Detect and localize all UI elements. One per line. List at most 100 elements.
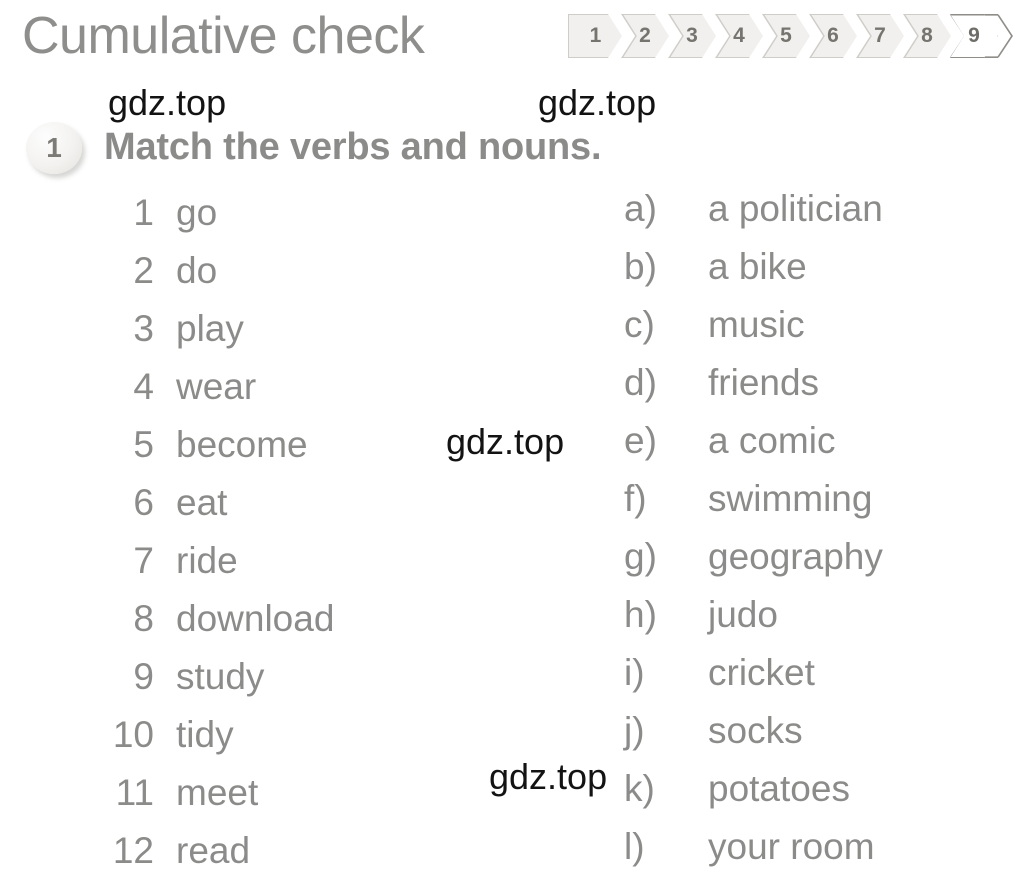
match-row[interactable]: 9 study: [92, 656, 334, 714]
noun-row-marker: j): [624, 710, 645, 751]
match-row[interactable]: 3 play: [92, 308, 334, 366]
verb-row-text: eat: [176, 482, 228, 523]
unit-chip-label: 9: [968, 24, 980, 47]
exercise-number-badge: 1: [26, 122, 82, 174]
unit-chip-6[interactable]: 6: [809, 14, 857, 58]
match-row[interactable]: b) a bike: [624, 246, 883, 304]
match-row[interactable]: 5 become: [92, 424, 334, 482]
unit-chip-5[interactable]: 5: [762, 14, 810, 58]
page-title: Cumulative check: [22, 7, 425, 65]
noun-row-text: swimming: [708, 478, 873, 519]
match-row[interactable]: f) swimming: [624, 478, 883, 536]
noun-row-text: potatoes: [708, 768, 850, 809]
watermark: gdz.top: [108, 82, 227, 123]
match-row[interactable]: 6 eat: [92, 482, 334, 540]
verb-row-marker: 5: [133, 424, 154, 465]
match-row[interactable]: l) your room: [624, 826, 883, 884]
verb-row-marker: 7: [133, 540, 154, 581]
exercise-instruction: Match the verbs and nouns.: [104, 126, 602, 168]
unit-chip-label: 8: [921, 24, 933, 47]
verb-row-marker: 8: [133, 598, 154, 639]
verb-row-text: do: [176, 250, 218, 291]
verb-row-text: wear: [176, 366, 257, 407]
unit-progress-strip: 1 2 3 4 5 6 7 8 9: [568, 14, 997, 58]
verb-row-marker: 11: [115, 772, 154, 813]
verb-row-marker: 9: [133, 656, 154, 697]
verb-row-marker: 2: [133, 250, 154, 291]
noun-row-text: geography: [708, 536, 883, 577]
unit-chip-label: 1: [589, 24, 602, 47]
match-row[interactable]: i) cricket: [624, 652, 883, 710]
match-row[interactable]: e) a comic: [624, 420, 883, 478]
noun-row-text: a comic: [708, 420, 836, 461]
noun-row-marker: h): [624, 594, 657, 635]
match-row[interactable]: j) socks: [624, 710, 883, 768]
match-row[interactable]: 2 do: [92, 250, 334, 308]
verb-row-text: play: [176, 308, 244, 349]
nouns-column: a) a politician b) a bike c) music d) friends e)…: [624, 188, 883, 884]
verb-row-marker: 3: [133, 308, 154, 349]
match-row[interactable]: 1 go: [92, 192, 334, 250]
match-row[interactable]: d) friends: [624, 362, 883, 420]
verbs-column: 1 go 2 do 3 play 4 wear 5 become 6 eat 7 ride 8 downloa…: [92, 192, 335, 888]
verb-row-text: meet: [176, 772, 259, 813]
page-header: Cumulative check 1 2 3 4 5 6 7 8 9: [0, 0, 1028, 78]
match-row[interactable]: 11 meet: [92, 772, 334, 830]
noun-row-marker: a): [624, 188, 657, 229]
unit-chip-label: 6: [827, 24, 839, 47]
noun-row-marker: d): [624, 362, 657, 403]
verb-row-text: go: [176, 192, 218, 233]
verb-row-text: tidy: [176, 714, 234, 755]
verb-row-text: download: [176, 598, 335, 639]
noun-row-marker: b): [624, 246, 657, 287]
match-row[interactable]: 10 tidy: [92, 714, 334, 772]
watermark: gdz.top: [538, 82, 657, 123]
noun-row-text: cricket: [708, 652, 815, 693]
unit-chip-label: 7: [874, 24, 886, 47]
unit-chip-1[interactable]: 1: [568, 14, 622, 58]
unit-chip-label: 4: [733, 24, 745, 47]
unit-chip-7[interactable]: 7: [856, 14, 904, 58]
noun-row-text: your room: [708, 826, 875, 867]
verb-row-text: study: [176, 656, 265, 697]
unit-chip-9[interactable]: 9: [950, 14, 998, 58]
watermark: gdz.top: [489, 756, 608, 797]
noun-row-text: music: [708, 304, 805, 345]
match-row[interactable]: g) geography: [624, 536, 883, 594]
noun-row-marker: e): [624, 420, 657, 461]
verb-row-text: read: [176, 830, 251, 871]
noun-row-text: socks: [708, 710, 803, 751]
match-row[interactable]: a) a politician: [624, 188, 883, 246]
match-row[interactable]: 4 wear: [92, 366, 334, 424]
verb-row-marker: 6: [133, 482, 154, 523]
unit-chip-label: 5: [780, 24, 792, 47]
noun-row-marker: l): [624, 826, 645, 867]
match-row[interactable]: h) judo: [624, 594, 883, 652]
unit-chip-3[interactable]: 3: [668, 14, 716, 58]
match-row[interactable]: 8 download: [92, 598, 334, 656]
noun-row-text: a politician: [708, 188, 883, 229]
noun-row-marker: f): [624, 478, 647, 519]
noun-row-text: friends: [708, 362, 820, 403]
noun-row-text: judo: [708, 594, 778, 635]
unit-chip-2[interactable]: 2: [621, 14, 669, 58]
verb-row-marker: 12: [112, 830, 154, 871]
match-row[interactable]: 12 read: [92, 830, 334, 888]
unit-chip-4[interactable]: 4: [715, 14, 763, 58]
unit-chip-8[interactable]: 8: [903, 14, 951, 58]
noun-row-marker: g): [624, 536, 657, 577]
match-row[interactable]: 7 ride: [92, 540, 334, 598]
verb-row-marker: 4: [133, 366, 154, 407]
verb-row-text: become: [176, 424, 308, 465]
verb-row-marker: 10: [112, 714, 154, 755]
noun-row-text: a bike: [708, 246, 807, 287]
unit-chip-label: 2: [639, 24, 651, 47]
unit-chip-label: 3: [686, 24, 698, 47]
verb-row-text: ride: [176, 540, 238, 581]
verb-row-marker: 1: [133, 192, 154, 233]
match-row[interactable]: k) potatoes: [624, 768, 883, 826]
noun-row-marker: c): [624, 304, 655, 345]
match-row[interactable]: c) music: [624, 304, 883, 362]
noun-row-marker: i): [624, 652, 645, 693]
noun-row-marker: k): [624, 768, 655, 809]
